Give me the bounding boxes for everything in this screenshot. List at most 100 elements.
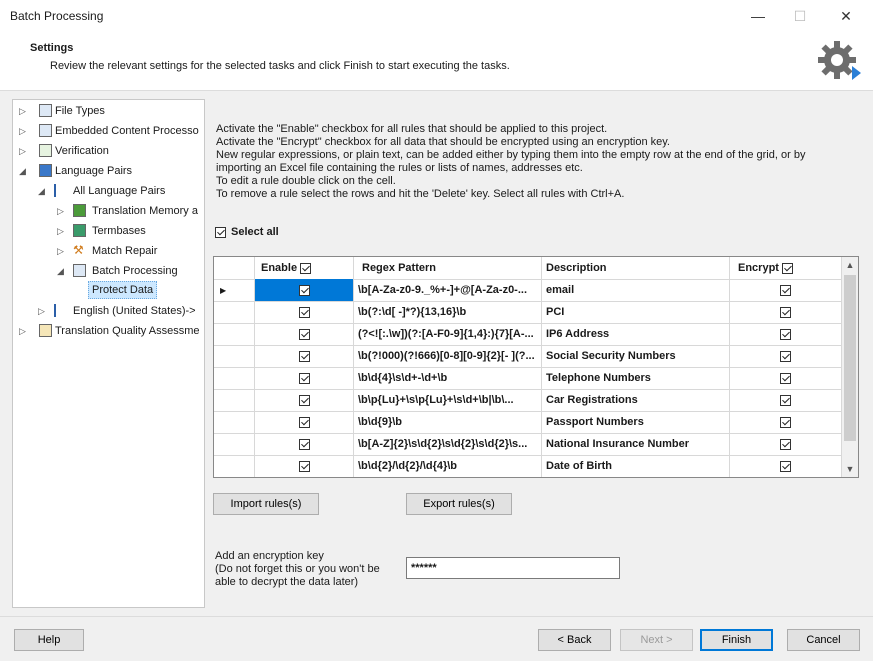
description-cell[interactable]: IP6 Address [542,323,730,345]
encrypt-column-header[interactable]: Encrypt [730,257,842,279]
table-row[interactable]: ▶ \b[A-Za-z0-9._%+-]+@[A-Za-z0-... email [214,279,842,302]
table-row[interactable]: \b\d{2}/\d{2}/\d{4}\b Date of Birth [214,455,842,477]
table-row[interactable]: \b\d{4}\s\d+-\d+\b Telephone Numbers [214,367,842,390]
scroll-down-icon[interactable]: ▼ [842,461,858,477]
scroll-thumb[interactable] [844,275,856,441]
row-header-cell[interactable] [214,323,255,345]
description-cell[interactable]: PCI [542,301,730,323]
scroll-up-icon[interactable]: ▲ [842,257,858,273]
regex-pattern-cell[interactable]: (?<![:.\w])(?:[A-F0-9]{1,4}:){7}[A-... [354,323,542,345]
encrypt-checkbox[interactable] [780,394,791,406]
maximize-button[interactable]: ☐ [780,4,820,28]
collapse-icon[interactable]: ◢ [57,262,67,280]
expand-icon[interactable]: ▷ [57,242,67,260]
regex-pattern-cell[interactable]: \b[A-Z]{2}\s\d{2}\s\d{2}\s\d{2}\s... [354,433,542,455]
table-row[interactable]: \b(?!000)(?!666)[0-8][0-9]{2}[- ](?... So… [214,345,842,368]
table-row[interactable]: \b\p{Lu}+\s\p{Lu}+\s\d+\b|\b\... Car Regi… [214,389,842,412]
regex-pattern-cell[interactable]: \b(?:\d[ -]*?){13,16}\b [354,301,542,323]
expand-icon[interactable]: ▷ [38,302,48,320]
regex-pattern-cell[interactable]: \b\p{Lu}+\s\p{Lu}+\s\d+\b|\b\... [354,389,542,411]
encrypt-cell[interactable] [730,301,842,323]
enable-cell[interactable] [255,455,354,477]
rules-grid[interactable]: Enable Regex Pattern Description Encrypt… [213,256,859,478]
encrypt-cell[interactable] [730,455,842,477]
regex-pattern-cell[interactable]: \b\d{4}\s\d+-\d+\b [354,367,542,389]
checkbox-icon[interactable] [215,226,226,238]
encrypt-cell[interactable] [730,367,842,389]
encrypt-checkbox[interactable] [780,372,791,384]
enable-all-checkbox[interactable] [300,262,312,274]
encrypt-cell[interactable] [730,411,842,433]
enable-cell[interactable] [255,301,354,323]
table-row[interactable]: \b(?:\d[ -]*?){13,16}\b PCI [214,301,842,324]
collapse-icon[interactable]: ◢ [19,162,29,180]
enable-cell[interactable] [255,323,354,345]
export-rules-button[interactable]: Export rules(s) [406,493,512,515]
row-header-cell[interactable] [214,367,255,389]
expand-icon[interactable]: ▷ [19,142,29,160]
minimize-button[interactable]: — [738,4,778,28]
encryption-key-input[interactable]: ****** [406,557,620,579]
grid-scrollbar[interactable]: ▲ ▼ [842,257,858,477]
back-button[interactable]: < Back [538,629,611,651]
select-all-checkbox[interactable]: Select all [215,226,279,238]
close-button[interactable]: ✕ [826,4,866,28]
row-header-cell[interactable] [214,301,255,323]
expand-icon[interactable]: ▷ [19,122,29,140]
enable-cell[interactable] [255,433,354,455]
encrypt-checkbox[interactable] [780,350,791,362]
enable-cell[interactable] [255,279,354,301]
encrypt-cell[interactable] [730,433,842,455]
description-cell[interactable]: Telephone Numbers [542,367,730,389]
row-header-cell[interactable] [214,411,255,433]
encrypt-checkbox[interactable] [780,328,791,340]
regex-pattern-cell[interactable]: \b(?!000)(?!666)[0-8][0-9]{2}[- ](?... [354,345,542,367]
row-header-cell[interactable] [214,389,255,411]
description-column-header[interactable]: Description [542,257,730,279]
row-header-cell[interactable] [214,455,255,477]
encrypt-checkbox[interactable] [780,284,791,296]
encrypt-checkbox[interactable] [780,416,791,428]
expand-icon[interactable]: ▷ [57,202,67,220]
enable-checkbox[interactable] [298,328,310,340]
finish-button[interactable]: Finish [700,629,773,651]
enable-cell[interactable] [255,345,354,367]
row-header-cell[interactable] [214,433,255,455]
regex-pattern-cell[interactable]: \b[A-Za-z0-9._%+-]+@[A-Za-z0-... [354,279,542,301]
expand-icon[interactable]: ▷ [57,222,67,240]
enable-checkbox[interactable] [298,416,310,428]
description-cell[interactable]: Passport Numbers [542,411,730,433]
enable-column-header[interactable]: Enable [255,257,354,279]
settings-tree[interactable]: ▷ File Types ▷ Embedded Content Processo… [12,99,205,608]
description-cell[interactable]: email [542,279,730,301]
table-row[interactable]: \b[A-Z]{2}\s\d{2}\s\d{2}\s\d{2}\s... Nati… [214,433,842,456]
help-button[interactable]: Help [14,629,84,651]
description-cell[interactable]: Date of Birth [542,455,730,477]
table-row[interactable]: \b\d{9}\b Passport Numbers [214,411,842,434]
description-cell[interactable]: Social Security Numbers [542,345,730,367]
import-rules-button[interactable]: Import rules(s) [213,493,319,515]
description-cell[interactable]: National Insurance Number [542,433,730,455]
encrypt-checkbox[interactable] [780,438,791,450]
enable-cell[interactable] [255,389,354,411]
cancel-button[interactable]: Cancel [787,629,860,651]
regex-pattern-cell[interactable]: \b\d{2}/\d{2}/\d{4}\b [354,455,542,477]
pattern-column-header[interactable]: Regex Pattern [354,257,542,279]
encrypt-cell[interactable] [730,279,842,301]
encrypt-checkbox[interactable] [780,306,791,318]
encrypt-cell[interactable] [730,345,842,367]
table-row[interactable]: (?<![:.\w])(?:[A-F0-9]{1,4}:){7}[A-... IP… [214,323,842,346]
expand-icon[interactable]: ▷ [19,322,29,340]
regex-pattern-cell[interactable]: \b\d{9}\b [354,411,542,433]
enable-cell[interactable] [255,367,354,389]
encrypt-cell[interactable] [730,389,842,411]
encrypt-all-checkbox[interactable] [782,262,794,274]
enable-checkbox[interactable] [298,350,310,362]
row-header-cell[interactable]: ▶ [214,279,255,301]
encrypt-checkbox[interactable] [780,460,791,472]
collapse-icon[interactable]: ◢ [38,182,48,200]
enable-checkbox[interactable] [298,284,310,296]
expand-icon[interactable]: ▷ [19,102,29,120]
enable-checkbox[interactable] [298,306,310,318]
enable-checkbox[interactable] [298,438,310,450]
